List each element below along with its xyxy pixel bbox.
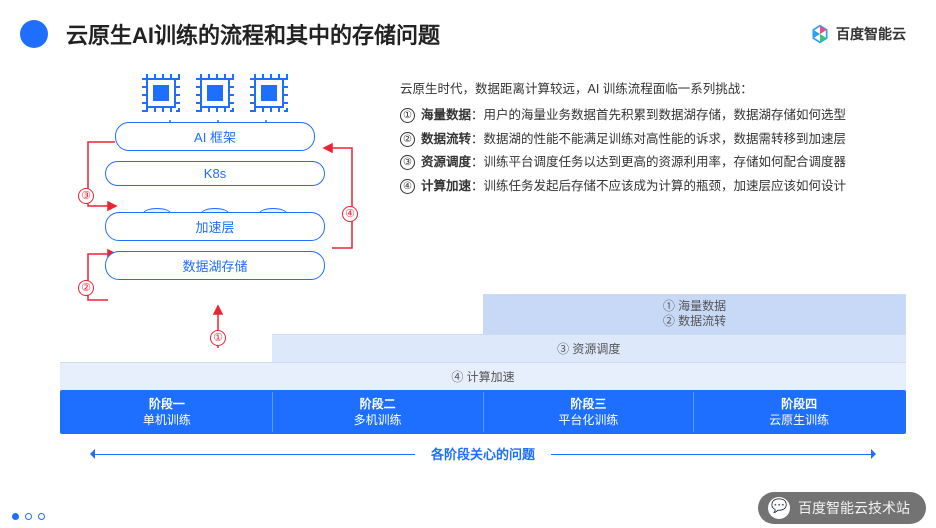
desc-item: ③ 资源调度：训练平台调度任务以达到更高的资源利用率，存储如何配合调度器 bbox=[400, 151, 906, 175]
arrow-left-icon bbox=[85, 449, 95, 459]
phase-row: 阶段一单机训练 阶段二多机训练 阶段三平台化训练 阶段四云原生训练 bbox=[60, 390, 906, 434]
arrow-right-icon bbox=[871, 449, 881, 459]
page-indicator bbox=[12, 513, 45, 520]
marker-4: ④ bbox=[342, 206, 358, 222]
phase-2: 阶段二多机训练 bbox=[273, 392, 484, 432]
desc-text: ：数据湖的性能不能满足训练对高性能的诉求，数据需转移到加速层 bbox=[471, 132, 846, 146]
layer-k8s: K8s bbox=[105, 161, 325, 186]
pager-dot[interactable] bbox=[38, 513, 45, 520]
marker-3: ③ bbox=[78, 188, 94, 204]
staircase-section: ① 海量数据 ② 数据流转 ③ 资源调度 ④ 计算加速 阶段一单机训练 阶段二多… bbox=[60, 275, 906, 463]
step-bottom: ④ 计算加速 bbox=[60, 362, 906, 390]
pager-dot[interactable] bbox=[12, 513, 19, 520]
desc-bold: 资源调度 bbox=[421, 155, 471, 169]
desc-bold: 计算加速 bbox=[421, 179, 471, 193]
desc-num: ② bbox=[400, 132, 415, 147]
step-label: ① 海量数据 bbox=[663, 299, 726, 315]
wechat-icon bbox=[768, 497, 790, 519]
desc-num: ③ bbox=[400, 155, 415, 170]
phase-1: 阶段一单机训练 bbox=[62, 392, 273, 432]
desc-bold: 海量数据 bbox=[421, 108, 471, 122]
baidu-cloud-icon bbox=[810, 24, 830, 44]
desc-num: ④ bbox=[400, 179, 415, 194]
brand-logo: 百度智能云 bbox=[810, 24, 906, 44]
phase-3: 阶段三平台化训练 bbox=[484, 392, 695, 432]
chip-row bbox=[60, 78, 370, 108]
chip-icon bbox=[254, 78, 284, 108]
desc-lead: 云原生时代，数据距离计算较远，AI 训练流程面临一系列挑战： bbox=[400, 78, 906, 102]
chip-icon bbox=[200, 78, 230, 108]
layer-ai-framework: AI 框架 bbox=[115, 122, 315, 151]
step-label: ② 数据流转 bbox=[663, 314, 726, 330]
phase-4: 阶段四云原生训练 bbox=[694, 392, 904, 432]
desc-text: ：训练任务发起后存储不应该成为计算的瓶颈，加速层应该如何设计 bbox=[471, 179, 846, 193]
wechat-badge: 百度智能云技术站 bbox=[758, 492, 926, 524]
desc-num: ① bbox=[400, 108, 415, 123]
brand-text: 百度智能云 bbox=[836, 24, 906, 44]
axis-label: 各阶段关心的问题 bbox=[60, 444, 906, 463]
page-title: 云原生AI训练的流程和其中的存储问题 bbox=[66, 18, 810, 50]
wechat-account: 百度智能云技术站 bbox=[798, 498, 910, 518]
step-top: ① 海量数据 ② 数据流转 bbox=[483, 294, 906, 334]
staircase: ① 海量数据 ② 数据流转 ③ 资源调度 ④ 计算加速 bbox=[60, 275, 906, 390]
pager-dot[interactable] bbox=[25, 513, 32, 520]
desc-item: ④ 计算加速：训练任务发起后存储不应该成为计算的瓶颈，加速层应该如何设计 bbox=[400, 175, 906, 199]
layer-acceleration: 加速层 bbox=[105, 212, 325, 241]
desc-item: ② 数据流转：数据湖的性能不能满足训练对高性能的诉求，数据需转移到加速层 bbox=[400, 128, 906, 152]
desc-text: ：用户的海量业务数据首先积累到数据湖存储，数据湖存储如何选型 bbox=[471, 108, 846, 122]
header: 云原生AI训练的流程和其中的存储问题 百度智能云 bbox=[0, 0, 936, 58]
chip-icon bbox=[146, 78, 176, 108]
desc-text: ：训练平台调度任务以达到更高的资源利用率，存储如何配合调度器 bbox=[471, 155, 846, 169]
desc-bold: 数据流转 bbox=[421, 132, 471, 146]
step-middle: ③ 资源调度 bbox=[272, 334, 907, 362]
bullet-icon bbox=[20, 20, 48, 48]
desc-item: ① 海量数据：用户的海量业务数据首先积累到数据湖存储，数据湖存储如何选型 bbox=[400, 104, 906, 128]
